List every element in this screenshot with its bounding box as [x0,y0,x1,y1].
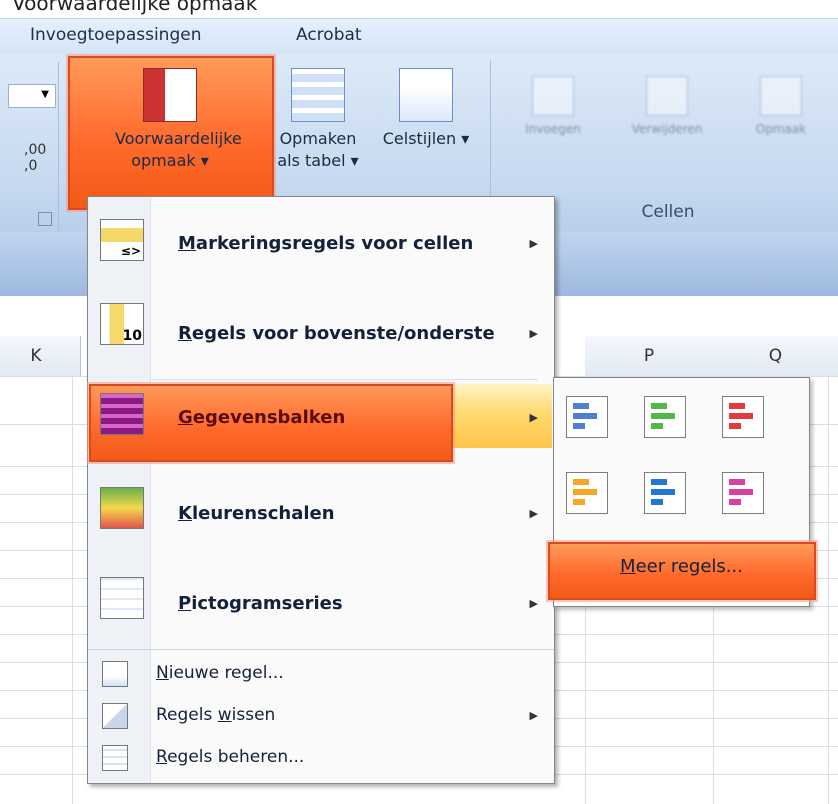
submenu-arrow-icon: ▶ [529,597,538,610]
format-button[interactable]: Opmaak [726,76,836,136]
format-as-table-label: Opmaken als tabel ▾ [277,129,359,170]
delete-button[interactable]: Verwijderen [612,76,722,136]
menu-label-text: egels beheren... [167,747,305,767]
mnemonic: M [620,556,636,577]
menu-separator [88,649,554,650]
mnemonic: N [156,663,169,683]
mnemonic: R [156,747,168,767]
ribbon-tab-bar: Invoegtoepassingen Acrobat [0,18,838,55]
column-header-p[interactable]: P [585,336,714,377]
clear-rules-icon [102,703,128,729]
blue-data-bar-icon[interactable] [566,396,608,438]
data-bars-icon [100,393,144,435]
cell-styles-button[interactable]: Celstijlen ▾ [374,68,478,150]
menu-label-text: ieuwe regel... [168,663,284,683]
icon-sets-icon [100,577,144,619]
mnemonic: K [178,503,192,524]
submenu-arrow-icon: ▶ [529,327,538,340]
new-rule-icon [102,661,128,687]
menu-item-highlight-cells[interactable]: ≤> Markeringsregels voor cellen ▶ [88,213,554,273]
menu-label-icon-sets: Pictogramseries [178,593,343,614]
increase-decimal-icon[interactable]: ,00 ,0 [24,142,58,174]
orange-data-bar-icon[interactable] [566,472,608,514]
red-data-bar-icon[interactable] [722,396,764,438]
menu-label-text: issen [231,705,276,725]
menu-label-clear-rules: Regels wissen [156,705,275,725]
conditional-formatting-menu: ≤> Markeringsregels voor cellen ▶ 10 Reg… [87,196,555,784]
insert-button[interactable]: Invoegen [498,76,608,136]
more-rules-button[interactable]: Meer regels... [554,556,809,577]
number-format-dropdown[interactable]: ▼ [8,84,56,108]
menu-label-new-rule: Nieuwe regel... [156,663,284,683]
menu-label-manage-rules: Regels beheren... [156,747,304,767]
menu-label-data-bars: Gegevensbalken [178,407,345,428]
insert-cells-icon [532,76,574,116]
chevron-down-icon: ▼ [41,89,49,100]
green-data-bar-icon[interactable] [644,396,686,438]
format-as-table-button[interactable]: Opmaken als tabel ▾ [270,68,366,172]
menu-label-text: ictogramseries [191,593,343,614]
column-header-filler [72,336,81,377]
column-header-q[interactable]: Q [713,336,838,377]
column-header-k[interactable]: K [0,336,73,377]
tab-invoegtoepassingen[interactable]: Invoegtoepassingen [30,25,201,45]
mnemonic: M [178,233,196,254]
menu-label-text: leurenschalen [191,503,335,524]
format-cells-icon [760,76,802,116]
color-scales-icon [100,487,144,529]
manage-rules-icon [102,745,128,771]
menu-item-clear-rules[interactable]: Regels wissen ▶ [88,699,554,735]
top-clipped-text: Voorwaardelijke opmaak [12,0,258,15]
highlight-cells-icon: ≤> [100,219,144,261]
menu-item-top-bottom-rules[interactable]: 10 Regels voor bovenste/onderste ▶ [88,299,554,359]
menu-separator [150,379,538,380]
delete-label: Verwijderen [631,122,703,136]
menu-item-data-bars[interactable]: Gegevensbalken ▶ [88,387,554,447]
delete-cells-icon [646,76,688,116]
number-group: ▼ ,00 ,0 [0,62,59,234]
menu-label-text: egevensbalken [192,407,346,428]
menu-item-manage-rules[interactable]: Regels beheren... [88,741,554,777]
insert-label: Invoegen [525,122,581,136]
menu-label-top-bottom-rules: Regels voor bovenste/onderste [178,323,495,344]
mnemonic: w [217,705,232,725]
menu-label-text: egels voor bovenste/onderste [191,323,495,344]
compare-glyph: ≤> [120,244,141,258]
menu-label-color-scales: Kleurenschalen [178,503,335,524]
pink-data-bar-icon[interactable] [722,472,764,514]
cell-styles-icon [399,68,453,122]
menu-label-text: Regels [156,705,218,725]
submenu-arrow-icon: ▶ [529,237,538,250]
conditional-formatting-icon [143,68,197,122]
tab-acrobat[interactable]: Acrobat [296,25,362,45]
more-rules-label: eer regels... [635,556,743,577]
cell-styles-label: Celstijlen ▾ [382,129,470,148]
conditional-formatting-button[interactable]: Voorwaardelijke opmaak ▾ [70,68,270,172]
data-bars-submenu: Meer regels... [548,377,816,607]
submenu-arrow-icon: ▶ [529,709,538,722]
format-label: Opmaak [755,122,807,136]
submenu-arrow-icon: ▶ [529,507,538,520]
dialog-launcher-icon[interactable] [38,212,52,226]
format-as-table-icon [291,68,345,122]
menu-item-icon-sets[interactable]: Pictogramseries ▶ [88,571,554,631]
conditional-formatting-label: Voorwaardelijke opmaak ▾ [115,129,242,170]
mnemonic: P [178,593,192,614]
submenu-arrow-icon: ▶ [529,411,538,424]
menu-item-color-scales[interactable]: Kleurenschalen ▶ [88,481,554,541]
grid-line [72,376,73,804]
top-bottom-rules-icon: 10 [100,303,144,345]
mnemonic: R [178,323,192,344]
mnemonic: G [178,407,193,428]
top-bottom-number: 10 [122,328,142,344]
menu-label-text: arkeringsregels voor cellen [195,233,474,254]
light-blue-data-bar-icon[interactable] [644,472,686,514]
menu-item-new-rule[interactable]: Nieuwe regel... [88,657,554,693]
menu-label-highlight-cells: Markeringsregels voor cellen [178,233,473,254]
grid-line [828,376,829,804]
